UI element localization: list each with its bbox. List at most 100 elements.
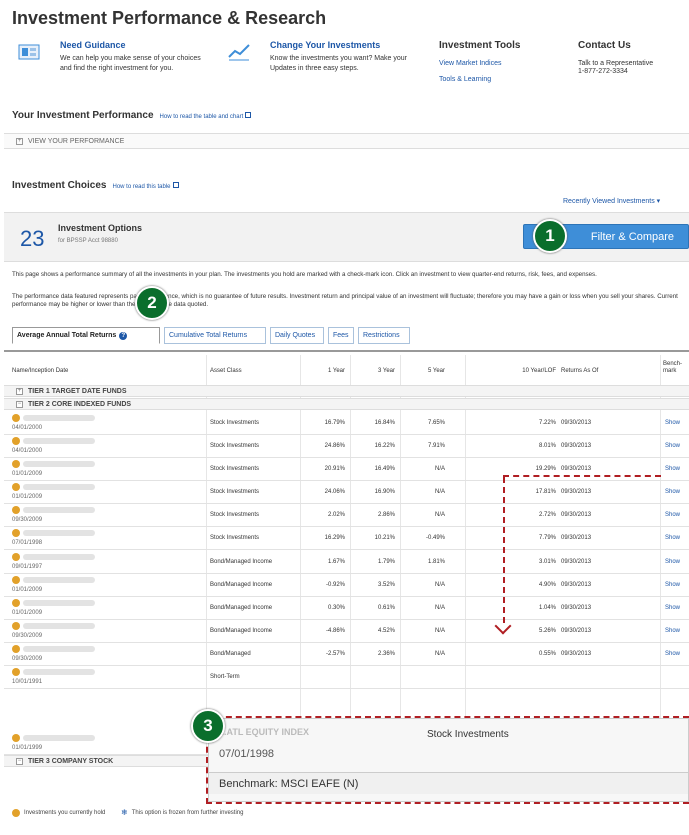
return-3-year: 2.86% [377, 512, 395, 518]
returns-as-of: 09/30/2013 [561, 628, 592, 634]
fund-name-redacted[interactable] [23, 415, 95, 421]
show-benchmark-link[interactable]: Show [665, 559, 680, 565]
recently-viewed-label: Recently Viewed Investments [563, 198, 655, 205]
show-benchmark-link[interactable]: Show [665, 466, 680, 472]
return-5-year: N/A [434, 466, 445, 472]
promo-need-guidance[interactable]: Need Guidance We can help you make sense… [18, 40, 218, 100]
header-10-year[interactable]: 10 Year/LOF [465, 368, 556, 374]
table-row[interactable]: 01/01/2009 Bond/Managed Income 0.30% 0.61% N… [4, 597, 689, 620]
table-row[interactable]: 04/01/2000 Stock Investments 24.86% 16.22% 7… [4, 435, 689, 458]
asset-class: Bond/Managed Income [210, 582, 273, 588]
guidance-icon [18, 42, 40, 62]
tools-learning-link[interactable]: Tools & Learning [439, 76, 521, 83]
held-check-icon [12, 529, 20, 537]
options-count: 23 [20, 226, 45, 251]
fund-name-redacted[interactable] [23, 600, 95, 606]
fund-name-redacted[interactable] [23, 735, 95, 741]
header-3-year[interactable]: 3 Year [350, 368, 395, 374]
returns-as-of: 09/30/2013 [561, 420, 592, 426]
table-row[interactable]: 07/01/1998 Stock Investments 16.29% 10.21% -… [4, 527, 689, 550]
fund-name-redacted[interactable] [23, 484, 95, 490]
popup-inception-date: 07/01/1998 [219, 748, 275, 760]
performance-help-link[interactable]: How to read the table and chart [160, 114, 244, 120]
group-tier-2[interactable]: − TIER 2 CORE INDEXED FUNDS [4, 398, 689, 410]
table-row[interactable]: 09/01/1997 Bond/Managed Income 1.67% 1.79% 1… [4, 551, 689, 574]
fund-name-redacted[interactable] [23, 623, 95, 629]
table-row[interactable]: 10/01/1991 Short-Term [4, 666, 689, 689]
return-10-year: 7.22% [538, 420, 556, 426]
tab-restrictions[interactable]: Restrictions [358, 327, 410, 344]
header-benchmark[interactable]: Bench-mark [663, 361, 682, 375]
returns-as-of: 09/30/2013 [561, 651, 592, 657]
promo-change-investments[interactable]: Change Your Investments Know the investm… [228, 40, 428, 100]
tab-cumulative-returns[interactable]: Cumulative Total Returns [164, 327, 266, 344]
table-row[interactable]: 01/01/2009 Bond/Managed Income -0.92% 3.52%… [4, 574, 689, 597]
promo-title[interactable]: Need Guidance [60, 40, 126, 50]
return-3-year: 2.36% [377, 651, 395, 657]
fund-detail-popup: ...ATL EQUITY INDEX Stock Investments 07… [208, 718, 689, 802]
show-benchmark-link[interactable]: Show [665, 651, 680, 657]
asset-class: Stock Investments [210, 466, 260, 472]
tab-daily-quotes[interactable]: Daily Quotes [270, 327, 324, 344]
header-1-year[interactable]: 1 Year [300, 368, 345, 374]
fund-name-redacted[interactable] [23, 438, 95, 444]
return-5-year: N/A [434, 605, 445, 611]
tab-average-annual-returns[interactable]: Average Annual Total Returns? [12, 327, 160, 344]
table-row[interactable]: 09/30/2009 Stock Investments 2.02% 2.86% N/A… [4, 504, 689, 527]
return-5-year: N/A [434, 582, 445, 588]
fund-name-redacted[interactable] [23, 530, 95, 536]
table-row[interactable]: 09/30/2009 Bond/Managed -2.57% 2.36% N/A 0.55… [4, 643, 689, 666]
show-benchmark-link[interactable]: Show [665, 489, 680, 495]
fund-name-redacted[interactable] [23, 646, 95, 652]
annotation-arrow [503, 477, 505, 623]
table-row[interactable]: 04/01/2000 Stock Investments 16.79% 16.84% 7… [4, 412, 689, 435]
page-title: Investment Performance & Research [12, 8, 327, 28]
performance-title: Your Investment Performance [12, 110, 154, 121]
fund-name-redacted[interactable] [23, 577, 95, 583]
choices-help-link[interactable]: How to read this table [112, 184, 170, 190]
header-5-year[interactable]: 5 Year [400, 368, 445, 374]
fund-name-redacted[interactable] [23, 461, 95, 467]
collapse-icon: − [16, 758, 23, 765]
inception-date: 01/01/2009 [12, 494, 43, 500]
held-check-icon [12, 506, 20, 514]
show-benchmark-link[interactable]: Show [665, 535, 680, 541]
fund-name-redacted[interactable] [23, 554, 95, 560]
view-market-indices-link[interactable]: View Market Indices [439, 60, 521, 67]
choices-title: Investment Choices [12, 180, 107, 191]
asset-class: Short-Term [210, 674, 240, 680]
promo-title[interactable]: Change Your Investments [270, 40, 380, 50]
header-returns-as-of[interactable]: Returns As Of [561, 368, 598, 374]
fund-name-redacted[interactable] [23, 669, 95, 675]
return-10-year: 3.01% [538, 559, 556, 565]
show-benchmark-link[interactable]: Show [665, 628, 680, 634]
header-asset-class[interactable]: Asset Class [210, 368, 242, 374]
group-label: TIER 2 CORE INDEXED FUNDS [28, 401, 132, 408]
recently-viewed-link[interactable]: Recently Viewed Investments ▾ [563, 197, 660, 205]
show-benchmark-link[interactable]: Show [665, 605, 680, 611]
legend-held-label: Investments you currently hold [24, 810, 106, 817]
inception-date: 09/30/2009 [12, 633, 43, 639]
show-benchmark-link[interactable]: Show [665, 443, 680, 449]
table-top-border [4, 350, 689, 352]
group-tier-1[interactable]: + TIER 1 TARGET DATE FUNDS [4, 385, 689, 397]
investment-options-summary: 23 Investment Options for BPSSP Acct 988… [4, 212, 689, 262]
table-row[interactable]: 01/01/2009 Stock Investments 20.91% 16.49% N… [4, 458, 689, 481]
show-benchmark-link[interactable]: Show [665, 512, 680, 518]
asset-class: Stock Investments [210, 420, 260, 426]
fund-name-redacted[interactable] [23, 507, 95, 513]
return-1-year: 16.79% [324, 420, 345, 426]
table-row[interactable]: 09/30/2009 Bond/Managed Income -4.86% 4.52%… [4, 620, 689, 643]
table-row[interactable]: 01/01/2009 Stock Investments 24.06% 16.90% N… [4, 481, 689, 504]
show-benchmark-link[interactable]: Show [665, 420, 680, 426]
header-name[interactable]: Name/Inception Date [12, 368, 68, 374]
external-link-icon [172, 182, 179, 189]
inception-date: 01/01/2009 [12, 587, 43, 593]
held-check-icon [12, 460, 20, 468]
return-1-year: 16.29% [324, 535, 345, 541]
tab-fees[interactable]: Fees [328, 327, 354, 344]
return-1-year: -2.57% [325, 651, 345, 657]
help-icon[interactable]: ? [119, 332, 128, 340]
view-performance-expander[interactable]: + VIEW YOUR PERFORMANCE [4, 133, 689, 149]
show-benchmark-link[interactable]: Show [665, 582, 680, 588]
